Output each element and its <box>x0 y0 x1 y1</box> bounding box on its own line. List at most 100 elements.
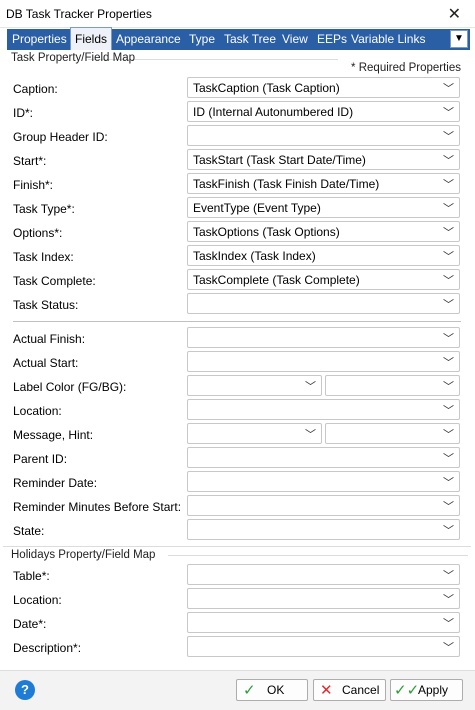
tab-view[interactable]: View <box>282 29 308 50</box>
state-combo[interactable]: ﹀ <box>187 519 460 540</box>
chevron-down-icon: ﹀ <box>443 227 454 239</box>
hint-combo[interactable]: ﹀ <box>325 423 460 444</box>
field-label: Description*: <box>13 641 82 655</box>
reminder-minutes-combo[interactable]: ﹀ <box>187 495 460 516</box>
chevron-down-icon: ﹀ <box>443 357 454 369</box>
holidays-group-title: Holidays Property/Field Map <box>11 549 156 561</box>
cancel-button[interactable]: ✕ Cancel <box>313 679 386 701</box>
x-icon: ✕ <box>320 682 333 699</box>
chevron-down-icon: ﹀ <box>443 203 454 215</box>
field-label: Reminder Minutes Before Start: <box>13 500 182 514</box>
chevron-down-icon: ﹀ <box>443 618 454 630</box>
task-complete-combo[interactable]: TaskComplete (Task Complete) ﹀ <box>187 269 460 290</box>
chevron-down-icon: ﹀ <box>443 642 454 654</box>
field-label: Reminder Date: <box>13 476 98 490</box>
field-label: Actual Start: <box>13 356 79 370</box>
chevron-down-icon: ﹀ <box>443 251 454 263</box>
caption-combo[interactable]: TaskCaption (Task Caption) ﹀ <box>187 77 460 98</box>
chevron-down-icon: ﹀ <box>443 275 454 287</box>
parent-id-combo[interactable]: ﹀ <box>187 447 460 468</box>
chevron-down-icon: ﹀ <box>443 453 454 465</box>
location-combo[interactable]: ﹀ <box>187 399 460 420</box>
chevron-down-icon: ﹀ <box>305 381 316 393</box>
actual-finish-combo[interactable]: ﹀ <box>187 327 460 348</box>
chevron-down-icon: ﹀ <box>443 405 454 417</box>
task-type-combo[interactable]: EventType (Event Type) ﹀ <box>187 197 460 218</box>
chevron-down-icon: ﹀ <box>443 131 454 143</box>
task-status-combo[interactable]: ﹀ <box>187 293 460 314</box>
chevron-down-icon: ﹀ <box>443 429 454 441</box>
chevron-down-icon: ﹀ <box>443 179 454 191</box>
checkmark-icon: ✓ <box>243 682 256 699</box>
task-group-title: Task Property/Field Map <box>11 52 135 64</box>
holiday-description-combo[interactable]: ﹀ <box>187 636 460 657</box>
chevron-down-icon: ﹀ <box>443 381 454 393</box>
field-label: Task Status: <box>13 298 79 312</box>
holiday-table-combo[interactable]: ﹀ <box>187 564 460 585</box>
tab-task-tree[interactable]: Task Tree <box>224 29 276 50</box>
group-header-id-combo[interactable]: ﹀ <box>187 125 460 146</box>
holiday-date-combo[interactable]: ﹀ <box>187 612 460 633</box>
field-label: Message, Hint: <box>13 428 94 442</box>
label-color-fg-combo[interactable]: ﹀ <box>187 375 322 396</box>
field-label: Caption: <box>13 82 58 96</box>
options-combo[interactable]: TaskOptions (Task Options) ﹀ <box>187 221 460 242</box>
tab-type[interactable]: Type <box>189 29 215 50</box>
message-combo[interactable]: ﹀ <box>187 423 322 444</box>
group-frame-line <box>168 555 468 556</box>
field-label: Finish*: <box>13 178 54 192</box>
tab-appearance[interactable]: Appearance <box>116 29 181 50</box>
holiday-location-combo[interactable]: ﹀ <box>187 588 460 609</box>
chevron-down-icon: ﹀ <box>305 429 316 441</box>
field-label: Location: <box>13 593 62 607</box>
chevron-down-icon: ﹀ <box>443 525 454 537</box>
field-label: ID*: <box>13 106 34 120</box>
question-icon[interactable]: ? <box>15 680 35 700</box>
chevron-down-icon: ﹀ <box>443 594 454 606</box>
chevron-down-icon: ﹀ <box>443 107 454 119</box>
field-label: Options*: <box>13 226 63 240</box>
separator <box>13 321 461 322</box>
field-label: Actual Finish: <box>13 332 86 346</box>
field-label: Label Color (FG/BG): <box>13 380 127 394</box>
title-bar: DB Task Tracker Properties ✕ <box>0 0 475 28</box>
field-label: Group Header ID: <box>13 130 108 144</box>
apply-button[interactable]: ✓✓ Apply <box>390 679 463 701</box>
tab-fields[interactable]: Fields <box>70 27 113 50</box>
field-label: Task Complete: <box>13 274 96 288</box>
tab-eeps[interactable]: EEPs <box>317 29 347 50</box>
start-combo[interactable]: TaskStart (Task Start Date/Time) ﹀ <box>187 149 460 170</box>
tab-bar: Properties Fields Appearance Type Task T… <box>7 27 470 50</box>
chevron-down-icon: ﹀ <box>443 477 454 489</box>
window-title: DB Task Tracker Properties <box>6 7 152 21</box>
label-color-bg-combo[interactable]: ﹀ <box>325 375 460 396</box>
chevron-down-icon: ﹀ <box>443 83 454 95</box>
actual-start-combo[interactable]: ﹀ <box>187 351 460 372</box>
field-label: Task Index: <box>13 250 74 264</box>
double-checkmark-icon: ✓✓ <box>394 682 420 699</box>
task-index-combo[interactable]: TaskIndex (Task Index) ﹀ <box>187 245 460 266</box>
ok-button[interactable]: ✓ OK <box>236 679 308 701</box>
finish-combo[interactable]: TaskFinish (Task Finish Date/Time) ﹀ <box>187 173 460 194</box>
triangle-down-icon: ▼ <box>454 33 464 44</box>
field-label: Date*: <box>13 617 47 631</box>
close-icon[interactable]: ✕ <box>448 4 461 24</box>
field-label: State: <box>13 524 45 538</box>
field-label: Parent ID: <box>13 452 68 466</box>
chevron-down-icon: ﹀ <box>443 333 454 345</box>
field-label: Start*: <box>13 154 47 168</box>
group-frame-line <box>3 546 471 547</box>
tab-overflow-button[interactable]: ▼ <box>450 30 468 48</box>
chevron-down-icon: ﹀ <box>443 501 454 513</box>
chevron-down-icon: ﹀ <box>443 570 454 582</box>
tab-properties[interactable]: Properties <box>12 29 67 50</box>
field-label: Table*: <box>13 569 50 583</box>
tab-variable-links[interactable]: Variable Links <box>351 29 425 50</box>
chevron-down-icon: ﹀ <box>443 299 454 311</box>
id-combo[interactable]: ID (Internal Autonumbered ID) ﹀ <box>187 101 460 122</box>
reminder-date-combo[interactable]: ﹀ <box>187 471 460 492</box>
chevron-down-icon: ﹀ <box>443 155 454 167</box>
required-note: * Required Properties <box>351 62 461 74</box>
field-label: Location: <box>13 404 62 418</box>
field-label: Task Type*: <box>13 202 75 216</box>
